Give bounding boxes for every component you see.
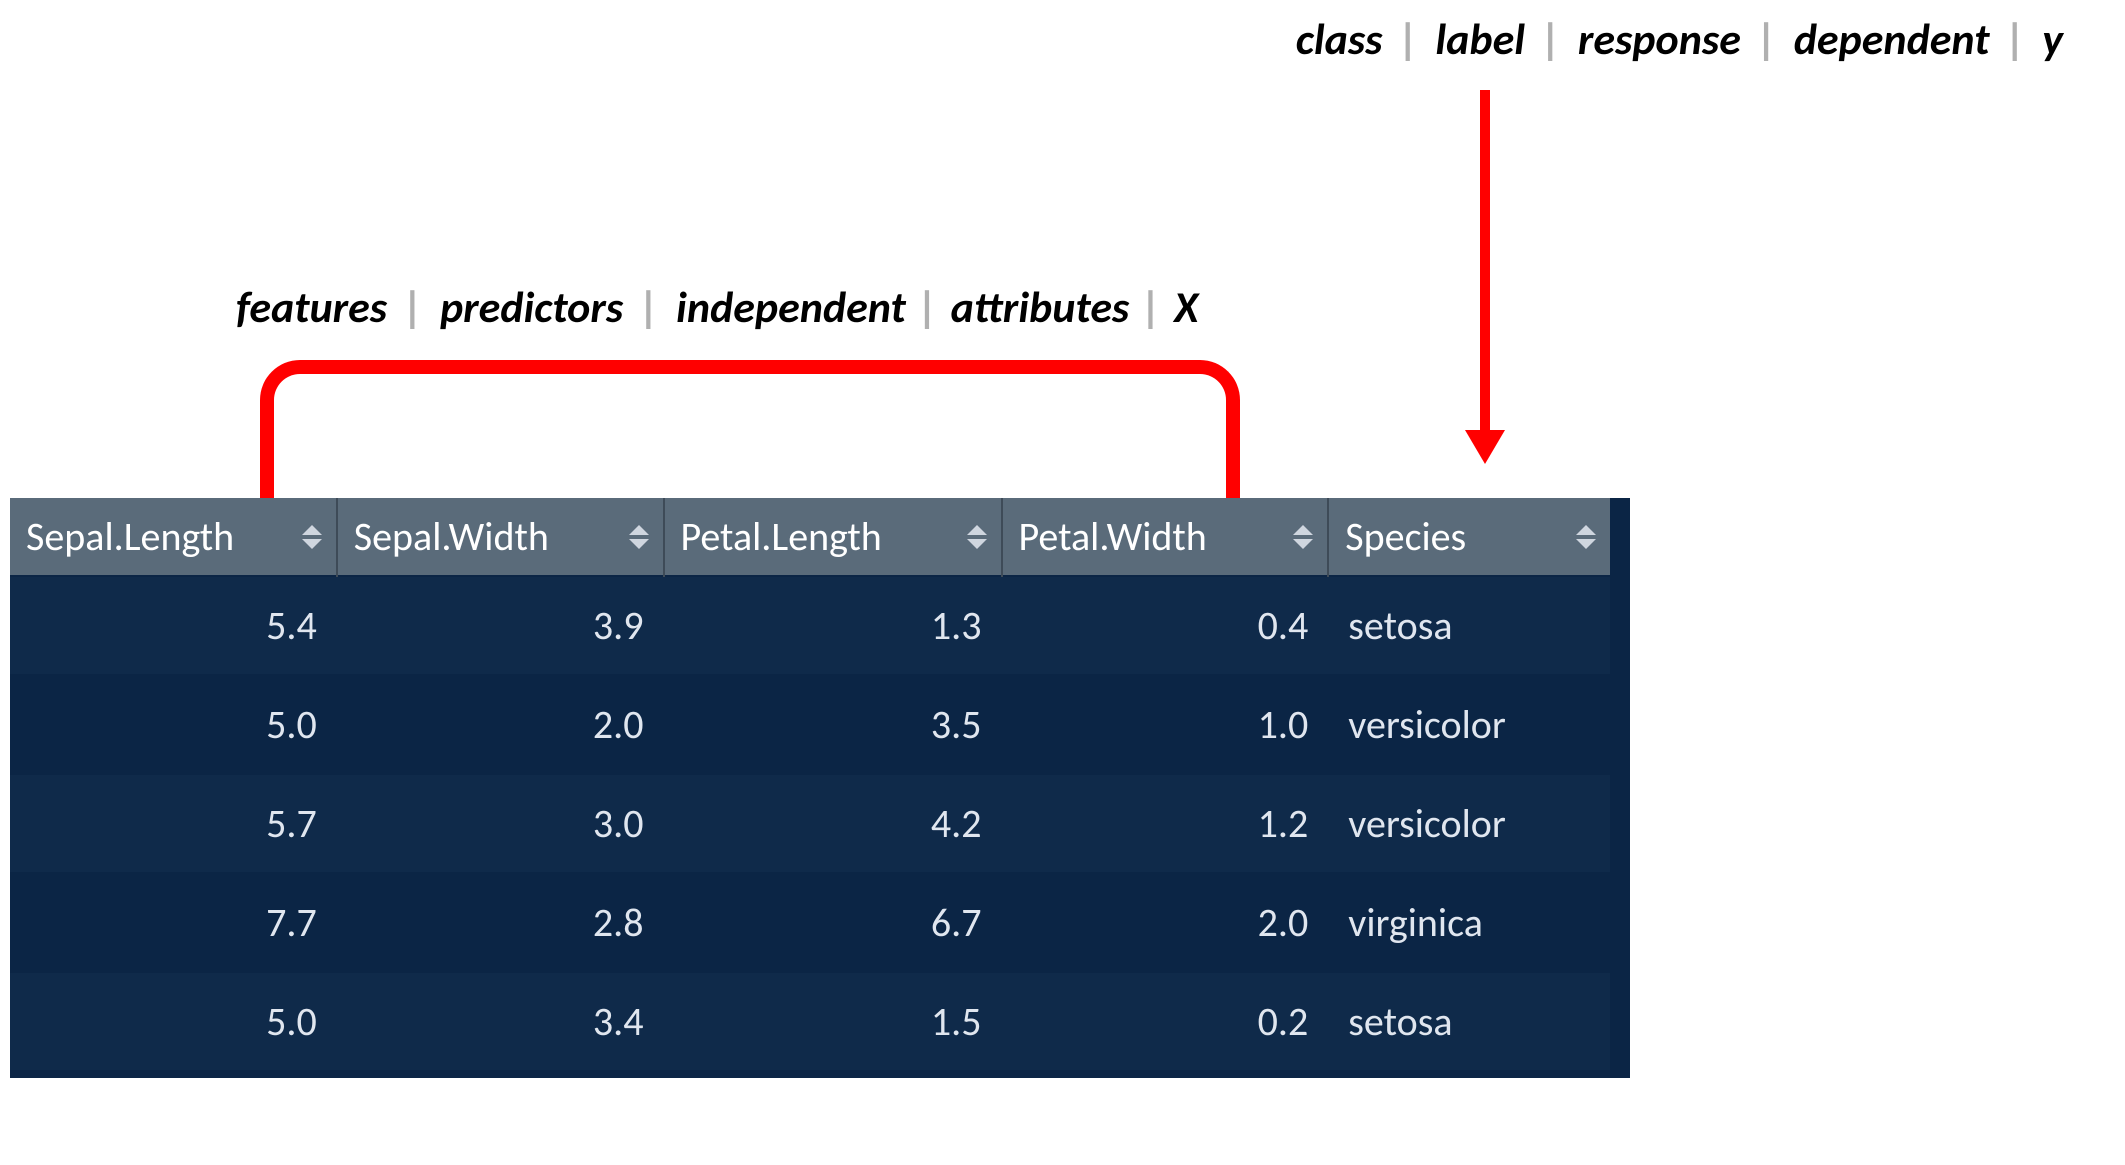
separator-pipe: | — [1751, 12, 1784, 66]
cell-petal-length: 4.2 — [664, 774, 1002, 873]
separator-pipe: | — [916, 280, 941, 334]
separator-pipe: | — [1535, 12, 1568, 66]
term-x: X — [1174, 280, 1198, 334]
cell-sepal-length: 5.0 — [10, 972, 337, 1070]
cell-sepal-length: 7.7 — [10, 873, 337, 972]
target-terminology-label: class | label | response | dependent | y — [1296, 12, 2063, 66]
table-row: 5.0 2.0 3.5 1.0 versicolor — [10, 675, 1610, 774]
separator-pipe: | — [1392, 12, 1425, 66]
column-header-label: Petal.Length — [681, 512, 882, 561]
cell-petal-length: 3.5 — [664, 675, 1002, 774]
cell-sepal-length: 5.7 — [10, 774, 337, 873]
column-header-sepal-length[interactable]: Sepal.Length — [10, 498, 337, 576]
term-attributes: attributes — [951, 280, 1130, 334]
sort-icon[interactable] — [1576, 525, 1596, 549]
cell-petal-width: 0.4 — [1002, 576, 1329, 675]
column-header-petal-width[interactable]: Petal.Width — [1002, 498, 1329, 576]
cell-species: setosa — [1328, 972, 1610, 1070]
sort-icon[interactable] — [629, 525, 649, 549]
term-independent: independent — [676, 280, 906, 334]
features-bracket-icon — [260, 360, 1240, 500]
column-header-label: Sepal.Length — [26, 512, 234, 561]
column-header-sepal-width[interactable]: Sepal.Width — [337, 498, 664, 576]
iris-data-table: Sepal.Length Sepal.Width Petal.Length Pe… — [10, 498, 1630, 1078]
features-terminology-label: features | predictors | independent | at… — [236, 280, 1198, 334]
cell-sepal-width: 3.4 — [337, 972, 664, 1070]
term-class: class — [1296, 12, 1383, 66]
cell-petal-width: 2.0 — [1002, 873, 1329, 972]
separator-pipe: | — [1139, 280, 1164, 334]
table-row: 5.0 3.4 1.5 0.2 setosa — [10, 972, 1610, 1070]
separator-pipe: | — [633, 280, 666, 334]
cell-petal-length: 6.7 — [664, 873, 1002, 972]
column-header-label: Sepal.Width — [354, 512, 549, 561]
cell-species: setosa — [1328, 576, 1610, 675]
term-dependent: dependent — [1794, 12, 1990, 66]
cell-species: virginica — [1328, 873, 1610, 972]
cell-petal-width: 1.2 — [1002, 774, 1329, 873]
cell-species: versicolor — [1328, 675, 1610, 774]
column-header-label: Petal.Width — [1019, 512, 1207, 561]
cell-sepal-width: 3.9 — [337, 576, 664, 675]
term-label: label — [1435, 12, 1525, 66]
table-row: 5.7 3.0 4.2 1.2 versicolor — [10, 774, 1610, 873]
column-header-species[interactable]: Species — [1328, 498, 1610, 576]
column-header-petal-length[interactable]: Petal.Length — [664, 498, 1002, 576]
cell-sepal-width: 2.0 — [337, 675, 664, 774]
cell-sepal-width: 2.8 — [337, 873, 664, 972]
separator-pipe: | — [1999, 12, 2032, 66]
cell-petal-width: 0.2 — [1002, 972, 1329, 1070]
term-response: response — [1578, 12, 1741, 66]
cell-species: versicolor — [1328, 774, 1610, 873]
cell-petal-length: 1.5 — [664, 972, 1002, 1070]
arrow-down-icon — [1480, 90, 1490, 450]
term-predictors: predictors — [440, 280, 623, 334]
sort-icon[interactable] — [1293, 525, 1313, 549]
sort-icon[interactable] — [302, 525, 322, 549]
term-features: features — [236, 280, 387, 334]
cell-sepal-length: 5.0 — [10, 675, 337, 774]
column-header-label: Species — [1345, 512, 1466, 561]
cell-sepal-length: 5.4 — [10, 576, 337, 675]
cell-petal-length: 1.3 — [664, 576, 1002, 675]
table-row: 7.7 2.8 6.7 2.0 virginica — [10, 873, 1610, 972]
sort-icon[interactable] — [967, 525, 987, 549]
cell-sepal-width: 3.0 — [337, 774, 664, 873]
term-y: y — [2042, 12, 2063, 66]
table-header-row: Sepal.Length Sepal.Width Petal.Length Pe… — [10, 498, 1610, 576]
table-row: 5.4 3.9 1.3 0.4 setosa — [10, 576, 1610, 675]
cell-petal-width: 1.0 — [1002, 675, 1329, 774]
separator-pipe: | — [397, 280, 430, 334]
